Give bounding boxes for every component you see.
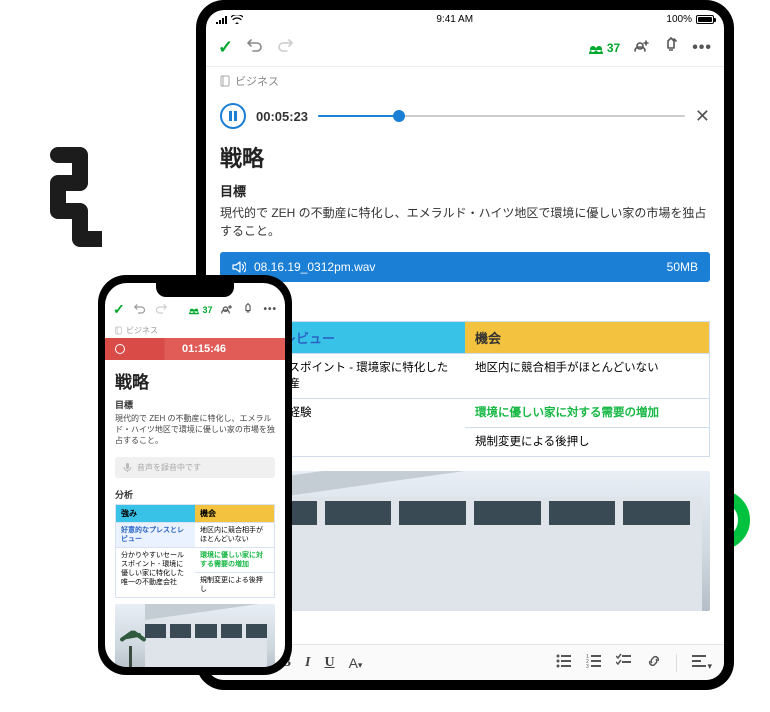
- opportunity-header: 機会: [465, 322, 709, 353]
- note-subtitle[interactable]: 目標: [220, 181, 710, 200]
- share-count: 37: [607, 41, 620, 55]
- done-button[interactable]: ✓: [218, 37, 233, 58]
- phone-notch: [156, 283, 234, 297]
- attachment-size: 50MB: [667, 260, 698, 274]
- audio-scrubber[interactable]: [318, 110, 685, 122]
- opp-cell-3: 規制変更による後押し: [465, 427, 709, 456]
- status-bar: 9:41 AM 100%: [206, 10, 724, 29]
- phone-strength-header: 強み: [116, 505, 195, 522]
- pause-button[interactable]: [220, 103, 246, 129]
- phone-notebook-row[interactable]: ビジネス: [105, 323, 285, 338]
- recording-bar[interactable]: 01:15:46: [105, 338, 285, 360]
- wifi-icon: [231, 15, 243, 24]
- phone-share-count: 37: [202, 305, 212, 315]
- share-count-badge[interactable]: 37: [588, 41, 620, 55]
- phone-undo-button[interactable]: [134, 303, 146, 317]
- opp-cell-1: 地区内に競合相手がほとんどいない: [465, 353, 709, 398]
- reminder-button[interactable]: [664, 37, 678, 58]
- decorative-squiggle: [46, 145, 102, 253]
- svg-text:3: 3: [586, 664, 589, 669]
- phone-screen: ✓ 37 ••• ビジネス 01:15:46 戦略: [105, 283, 285, 667]
- phone-done-button[interactable]: ✓: [113, 301, 125, 318]
- phone-note-body: 戦略 目標 現代的で ZEH の不動産に特化し、エメラルド・ハイツ地区で環境に優…: [105, 360, 285, 667]
- note-title[interactable]: 戦略: [220, 141, 710, 173]
- close-audio-button[interactable]: ✕: [695, 106, 710, 127]
- phone-frame: ✓ 37 ••• ビジネス 01:15:46 戦略: [98, 275, 292, 675]
- phone-analysis-table[interactable]: 強み 機会 好意的なプレスとレビュー 地区内に競合相手がほとんどいない 分かりや…: [115, 504, 275, 599]
- battery-percent: 100%: [666, 14, 692, 25]
- audio-attachment[interactable]: 08.16.19_0312pm.wav 50MB: [220, 252, 710, 282]
- battery-icon: [696, 15, 714, 24]
- undo-button[interactable]: [247, 38, 263, 57]
- notebook-label: ビジネス: [235, 73, 279, 89]
- italic-button[interactable]: I: [305, 655, 310, 671]
- phone-add-person-button[interactable]: [221, 303, 233, 317]
- phone-strength-1: 好意的なプレスとレビュー: [116, 522, 195, 547]
- mic-icon: [123, 463, 132, 472]
- phone-opp-2: 環境に優しい家に対する需要の増加: [195, 547, 274, 572]
- notebook-icon: [115, 326, 122, 335]
- phone-redo-button[interactable]: [155, 303, 167, 317]
- phone-opp-1: 地区内に競合相手がほとんどいない: [195, 522, 274, 547]
- editor-nav: ✓ 37 •••: [206, 29, 724, 67]
- status-time: 9:41 AM: [436, 14, 473, 25]
- phone-strength-2: 分かりやすいセールスポイント - 環境に優しい家に特化した唯一の不動産会社: [116, 547, 195, 597]
- underline-button[interactable]: U: [324, 655, 334, 671]
- phone-property-image: [115, 604, 275, 667]
- redo-button[interactable]: [277, 38, 293, 57]
- phone-analysis-heading[interactable]: 分析: [115, 488, 275, 501]
- phone-share-badge[interactable]: 37: [188, 305, 212, 315]
- record-icon: [115, 344, 125, 354]
- attachment-name: 08.16.19_0312pm.wav: [254, 260, 375, 274]
- audio-elapsed: 00:05:23: [256, 109, 308, 124]
- link-button[interactable]: [646, 653, 662, 672]
- checklist-button[interactable]: [616, 653, 632, 672]
- record-time: 01:15:46: [182, 343, 226, 355]
- notebook-row[interactable]: ビジネス: [206, 67, 724, 95]
- speaker-icon: [232, 261, 246, 273]
- voice-placeholder-text: 音声を録音中です: [137, 462, 201, 473]
- add-person-button[interactable]: [634, 38, 650, 57]
- opp-cell-2: 環境に優しい家に対する需要の増加: [465, 398, 709, 427]
- audio-player: 00:05:23 ✕: [206, 95, 724, 137]
- phone-note-subtitle[interactable]: 目標: [115, 398, 275, 411]
- phone-opp-header: 機会: [195, 505, 274, 522]
- analysis-heading[interactable]: 分析: [220, 296, 710, 315]
- analysis-table[interactable]: プレスとレビュー 機会 すいセールスポイント - 環境家に特化した唯一の不動産 …: [220, 321, 710, 457]
- bulleted-list-button[interactable]: [556, 653, 572, 672]
- more-button[interactable]: •••: [692, 39, 712, 57]
- phone-note-paragraph[interactable]: 現代的で ZEH の不動産に特化し、エメラルド・ハイツ地区で環境に優しい家の市場…: [115, 413, 275, 447]
- alignment-button[interactable]: ▾: [691, 653, 712, 672]
- phone-opp-3: 規制変更による後押し: [195, 572, 274, 597]
- property-image: [220, 471, 710, 611]
- voice-recording-placeholder[interactable]: 音声を録音中です: [115, 457, 275, 478]
- notebook-icon: [220, 75, 230, 87]
- cellular-icon: [216, 16, 227, 24]
- phone-reminder-button[interactable]: [242, 303, 254, 317]
- phone-note-title[interactable]: 戦略: [115, 368, 275, 393]
- highlight-button[interactable]: A▾: [349, 655, 363, 671]
- note-paragraph[interactable]: 現代的で ZEH の不動産に特化し、エメラルド・ハイツ地区で環境に優しい家の市場…: [220, 204, 710, 240]
- phone-more-button[interactable]: •••: [263, 304, 277, 315]
- numbered-list-button[interactable]: 123: [586, 653, 602, 672]
- phone-notebook-label: ビジネス: [126, 325, 158, 336]
